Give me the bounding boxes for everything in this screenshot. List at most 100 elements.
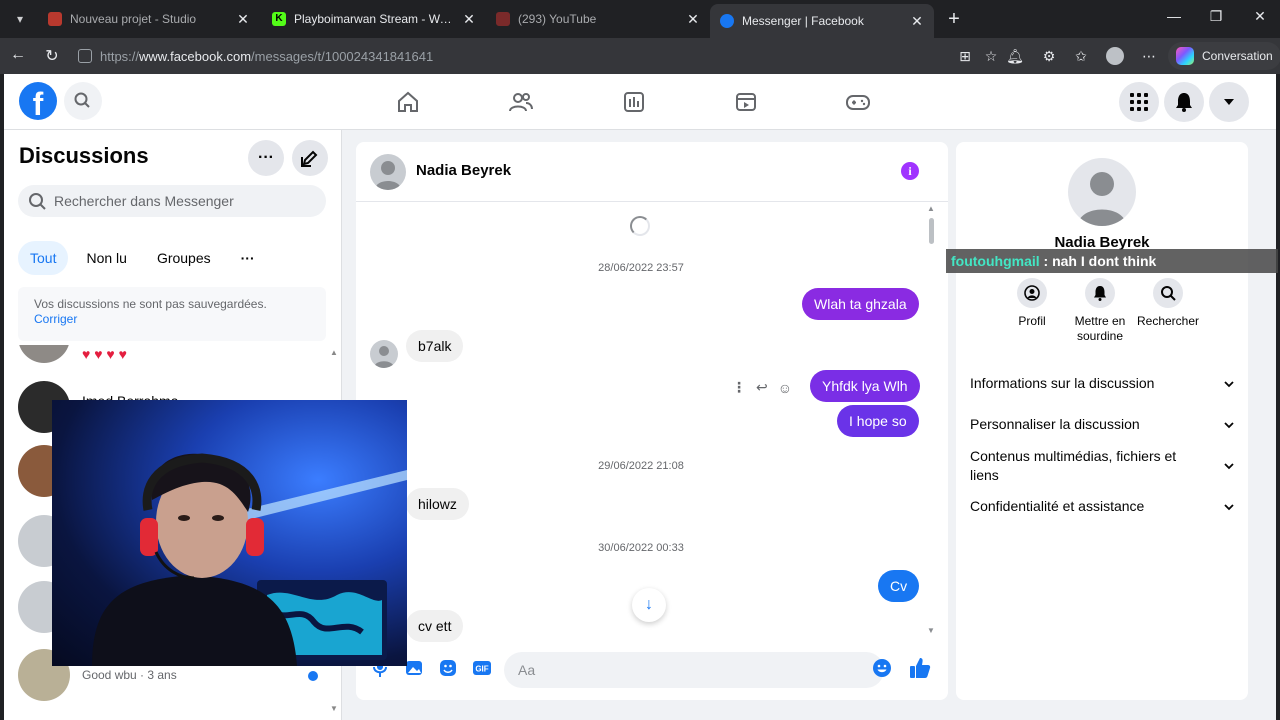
chat-scrollbar[interactable]: ▲ ▼ <box>927 204 935 635</box>
avatar <box>18 345 70 363</box>
copilot-button[interactable]: Conversation <box>1168 42 1280 70</box>
close-tab-icon[interactable]: ✕ <box>910 13 924 30</box>
timestamp: 29/06/2022 21:08 <box>598 460 684 472</box>
message-bubble-in[interactable]: cv ett <box>406 610 464 642</box>
reload-icon[interactable]: ↻ <box>42 46 62 66</box>
favorite-star-icon[interactable]: ☆ <box>982 47 1000 65</box>
back-arrow-icon[interactable]: ← <box>8 46 28 64</box>
facebook-favicon-icon <box>720 14 734 28</box>
message-bubble-out[interactable]: Yhfdk lya Wlh <box>810 370 920 402</box>
scroll-up-arrow-icon[interactable]: ▲ <box>927 204 935 213</box>
close-tab-icon[interactable]: ✕ <box>236 11 250 28</box>
discussions-options-button[interactable]: ··· <box>248 140 284 176</box>
close-tab-icon[interactable]: ✕ <box>462 11 476 28</box>
apps-icon[interactable]: ⊞ <box>956 47 974 65</box>
message-bubble-out[interactable]: I hope so <box>837 405 919 437</box>
tab-actions-menu-icon[interactable]: ▾ <box>10 10 30 28</box>
discussions-title: Discussions <box>19 143 149 168</box>
stream-chat-text: : nah I dont think <box>1039 253 1157 269</box>
reaction-hearts: ♥ ♥ ♥ ♥ <box>82 346 127 362</box>
gif-icon[interactable]: GIF <box>472 658 492 678</box>
timestamp: 30/06/2022 00:33 <box>598 542 684 554</box>
filter-tab-groups[interactable]: Groupes <box>145 241 223 275</box>
restore-window-icon[interactable]: ❐ <box>1206 8 1226 25</box>
menu-grid-button[interactable] <box>1119 82 1159 122</box>
facebook-search-button[interactable] <box>64 82 102 120</box>
sticker-icon[interactable] <box>438 658 458 678</box>
notifications-button[interactable] <box>1164 82 1204 122</box>
thumbs-up-icon[interactable] <box>908 656 932 680</box>
browser-tab-kick[interactable]: K Playboimarwan Stream - Watch Li ✕ <box>262 4 486 34</box>
account-menu-button[interactable] <box>1209 82 1249 122</box>
favorites-icon[interactable]: ✩ <box>1072 47 1090 65</box>
message-bubble-in[interactable]: b7alk <box>406 330 464 362</box>
browser-tab-studio[interactable]: Nouveau projet - Studio ✕ <box>38 4 260 34</box>
close-tab-icon[interactable]: ✕ <box>686 11 700 28</box>
filter-tab-all[interactable]: Tout <box>18 241 69 275</box>
loading-spinner-icon <box>630 216 650 236</box>
message-hover-actions: ⋮ ↩ ☺ <box>732 379 792 396</box>
search-icon <box>1153 278 1183 308</box>
contact-profile-avatar[interactable] <box>1068 158 1136 226</box>
message-bubble-out[interactable]: Cv <box>878 570 920 602</box>
profile-avatar[interactable] <box>1106 47 1124 65</box>
gaming-icon[interactable] <box>844 88 872 116</box>
more-actions-icon[interactable]: ⋮ <box>732 379 746 396</box>
section-media-files[interactable]: Contenus multimédias, fichiers et liens <box>970 447 1234 485</box>
search-in-conversation-action[interactable]: Rechercher <box>1128 278 1208 329</box>
sidebar-scroll-down-icon[interactable]: ▼ <box>330 704 338 713</box>
messenger-search-input[interactable]: Rechercher dans Messenger <box>18 185 326 217</box>
close-window-icon[interactable]: ✕ <box>1250 8 1270 25</box>
notice-fix-link[interactable]: Corriger <box>34 312 310 327</box>
message-bubble-out[interactable]: Wlah ta ghzala <box>802 288 919 320</box>
contact-name[interactable]: Nadia Beyrek <box>416 162 511 179</box>
facebook-logo-icon[interactable]: f <box>19 82 57 120</box>
notification-bell-icon[interactable]: 🔔︎ <box>1006 47 1024 65</box>
chevron-down-icon <box>1224 421 1234 428</box>
browser-tab-youtube[interactable]: (293) YouTube ✕ <box>486 4 710 34</box>
search-icon <box>29 193 46 210</box>
minimize-window-icon[interactable]: — <box>1164 8 1184 24</box>
feeds-icon[interactable] <box>620 88 648 116</box>
url-prefix: https:// <box>100 48 140 64</box>
contact-avatar[interactable] <box>370 154 406 190</box>
new-tab-icon[interactable]: + <box>944 8 964 31</box>
section-chat-info[interactable]: Informations sur la discussion <box>970 374 1234 393</box>
video-icon[interactable] <box>732 88 760 116</box>
caret-down-icon <box>1224 99 1234 105</box>
unread-dot <box>308 671 318 681</box>
new-message-button[interactable] <box>292 140 328 176</box>
react-icon[interactable]: ☺ <box>778 380 792 396</box>
extensions-icon[interactable]: ⚙ <box>1040 47 1058 65</box>
address-bar[interactable]: https://www.facebook.com/messages/t/1000… <box>74 42 864 70</box>
chat-header: Nadia Beyrek i <box>356 142 948 202</box>
compose-icon <box>301 150 318 167</box>
notice-text: Vos discussions ne sont pas sauvegardées… <box>34 297 267 311</box>
section-privacy-support[interactable]: Confidentialité et assistance <box>970 497 1234 516</box>
home-icon[interactable] <box>394 88 422 116</box>
webcam-overlay <box>52 400 407 666</box>
section-customize-chat[interactable]: Personnaliser la discussion <box>970 415 1234 434</box>
reply-icon[interactable]: ↩ <box>756 379 768 396</box>
message-bubble-in[interactable]: hilowz <box>406 488 469 520</box>
more-menu-icon[interactable]: ⋯ <box>1140 47 1158 65</box>
studio-favicon-icon <box>48 12 62 26</box>
message-composer: GIF Aa <box>356 640 948 700</box>
message-input[interactable]: Aa <box>504 652 884 688</box>
chat-scrollbar-thumb[interactable] <box>929 218 934 244</box>
emoji-icon[interactable] <box>872 658 892 678</box>
friends-icon[interactable] <box>507 88 535 116</box>
profile-icon <box>1017 278 1047 308</box>
scroll-down-arrow-icon[interactable]: ▼ <box>927 626 935 635</box>
copilot-logo-icon <box>1176 47 1194 65</box>
facebook-top-bar: f <box>4 74 1276 130</box>
conversation-info-icon[interactable]: i <box>901 162 919 180</box>
image-icon[interactable] <box>404 658 424 678</box>
filter-more-icon[interactable]: ··· <box>229 241 267 275</box>
browser-tab-messenger[interactable]: Messenger | Facebook ✕ <box>710 4 934 38</box>
scroll-to-bottom-icon[interactable]: ↓ <box>632 588 666 622</box>
list-item[interactable]: ♥ ♥ ♥ ♥ <box>18 345 328 367</box>
filter-tab-unread[interactable]: Non lu <box>74 241 138 275</box>
sidebar-scroll-up-icon[interactable]: ▲ <box>330 348 338 357</box>
site-info-icon[interactable] <box>78 49 92 63</box>
